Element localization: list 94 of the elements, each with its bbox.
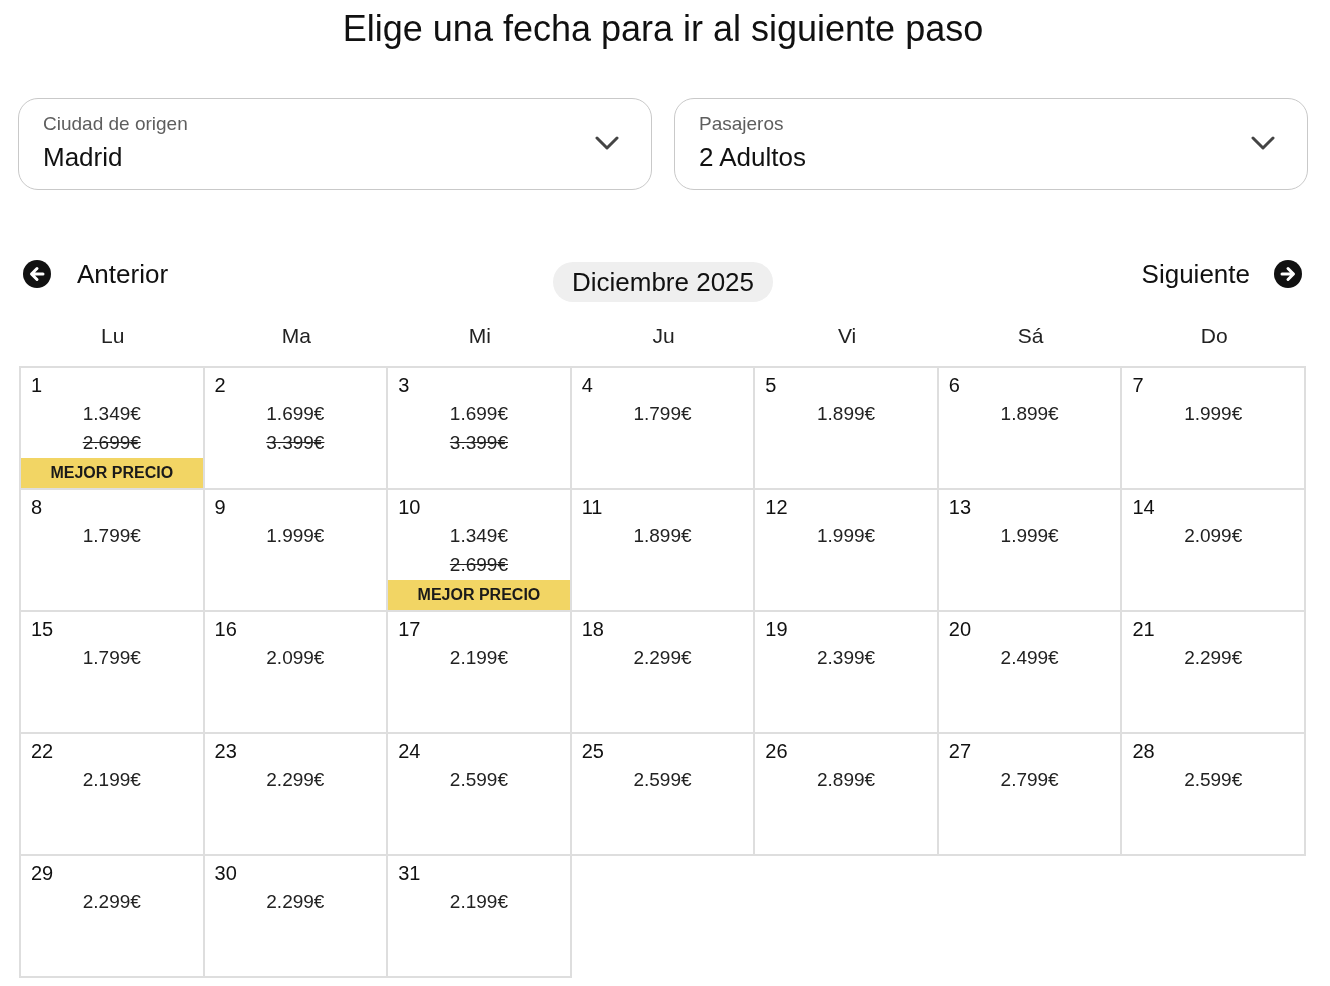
price: 2.599€ [1184, 768, 1243, 792]
weekday-label: Do [1200, 323, 1228, 349]
price: 1.699€ [266, 402, 325, 426]
price: 1.349€ [82, 402, 141, 426]
price: 1.799€ [633, 402, 692, 426]
day-number: 5 [765, 373, 777, 397]
day-number: 6 [948, 373, 960, 397]
day-cell[interactable]: 31 2.199€ [386, 854, 572, 978]
day-number: 10 [398, 495, 421, 519]
price: 1.799€ [82, 524, 141, 548]
price: 2.299€ [82, 890, 141, 914]
next-button[interactable]: Siguiente [1141, 258, 1302, 290]
day-number: 25 [581, 739, 604, 763]
day-cell[interactable]: 7 1.999€ [1120, 366, 1306, 490]
price: 2.799€ [1000, 768, 1059, 792]
day-number: 1 [31, 373, 43, 397]
day-number: 29 [31, 861, 54, 885]
old-price: 3.399€ [266, 431, 325, 455]
price: 2.099€ [1184, 524, 1243, 548]
day-number: 8 [31, 495, 43, 519]
day-number: 28 [1132, 739, 1155, 763]
price: 1.899€ [1000, 402, 1059, 426]
price: 2.299€ [266, 768, 325, 792]
day-number: 26 [765, 739, 788, 763]
field-value: 2 Adultos [699, 141, 806, 174]
day-cell[interactable]: 1 1.349€ 2.699€ MEJOR PRECIO [19, 366, 205, 490]
price: 1.999€ [1184, 402, 1243, 426]
weekday-label: Sá [1017, 323, 1044, 349]
day-number: 21 [1132, 617, 1155, 641]
best-price-badge: MEJOR PRECIO [388, 580, 570, 610]
day-number: 23 [214, 739, 237, 763]
best-price-badge: MEJOR PRECIO [21, 458, 203, 488]
day-number: 31 [398, 861, 421, 885]
day-number: 30 [214, 861, 237, 885]
previous-button[interactable]: Anterior [23, 258, 169, 290]
price: 2.199€ [449, 890, 508, 914]
arrow-left-icon [23, 260, 51, 288]
month-label: Diciembre 2025 [552, 262, 774, 302]
price: 2.599€ [449, 768, 508, 792]
day-cell[interactable]: 29 2.299€ [19, 854, 205, 978]
arrow-right-icon [1274, 260, 1302, 288]
day-number: 4 [581, 373, 593, 397]
dropdown[interactable]: Pasajeros 2 Adultos [674, 98, 1308, 190]
price: 2.199€ [449, 646, 508, 670]
page-title: Elige una fecha para ir al siguiente paso [341, 7, 985, 51]
day-number: 7 [1132, 373, 1144, 397]
old-price: 2.699€ [82, 431, 141, 455]
price: 1.799€ [82, 646, 141, 670]
day-number: 12 [765, 495, 788, 519]
price: 2.399€ [817, 646, 876, 670]
price: 1.999€ [266, 524, 325, 548]
price: 2.499€ [1000, 646, 1059, 670]
dropdown[interactable]: Ciudad de origen Madrid [18, 98, 652, 190]
price: 2.099€ [266, 646, 325, 670]
price: 1.899€ [817, 402, 876, 426]
day-number: 15 [31, 617, 54, 641]
day-number: 3 [398, 373, 410, 397]
weekday-label: Ma [281, 323, 311, 349]
price: 2.299€ [633, 646, 692, 670]
price: 1.999€ [1000, 524, 1059, 548]
day-number: 11 [581, 495, 603, 519]
price: 2.299€ [1184, 646, 1243, 670]
day-number: 24 [398, 739, 421, 763]
price: 1.349€ [449, 524, 508, 548]
price: 2.299€ [266, 890, 325, 914]
price: 1.999€ [817, 524, 876, 548]
weekday-label: Vi [837, 323, 857, 349]
day-number: 19 [765, 617, 788, 641]
weekday-label: Lu [101, 323, 125, 349]
day-number: 16 [214, 617, 237, 641]
day-number: 17 [398, 617, 421, 641]
old-price: 3.399€ [449, 431, 508, 455]
weekday-label: Mi [468, 323, 491, 349]
day-number: 14 [1132, 495, 1155, 519]
day-number: 22 [31, 739, 54, 763]
price: 2.899€ [817, 768, 876, 792]
day-cell[interactable]: 28 2.599€ [1120, 732, 1306, 856]
chevron-down-icon [595, 136, 619, 150]
price: 2.199€ [82, 768, 141, 792]
day-number: 20 [948, 617, 972, 641]
day-number: 9 [214, 495, 226, 519]
day-number: 27 [948, 739, 972, 763]
field-label: Pasajeros [699, 112, 784, 136]
day-number: 2 [214, 373, 226, 397]
day-number: 18 [581, 617, 604, 641]
old-price: 2.699€ [449, 553, 508, 577]
field-value: Madrid [43, 141, 123, 174]
price: 1.699€ [449, 402, 508, 426]
chevron-down-icon [1251, 136, 1275, 150]
day-number: 13 [948, 495, 972, 519]
price: 1.899€ [633, 524, 692, 548]
price: 2.599€ [633, 768, 692, 792]
weekday-label: Ju [652, 323, 675, 349]
field-label: Ciudad de origen [43, 112, 188, 136]
